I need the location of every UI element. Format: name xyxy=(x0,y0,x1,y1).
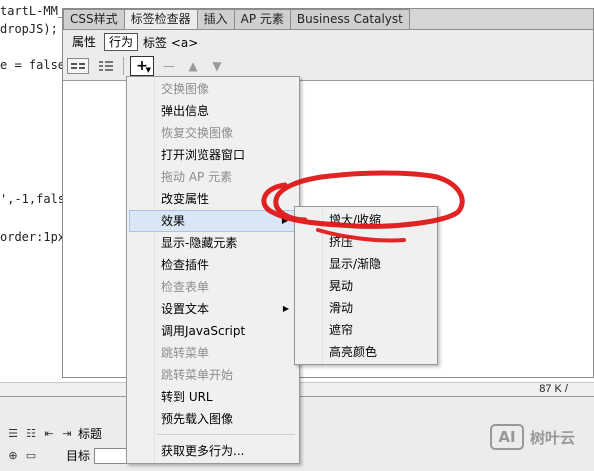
menu-item: 交换图像 xyxy=(129,78,297,100)
watermark-text: 树叶云 xyxy=(530,428,576,447)
menu-item: 检查表单 xyxy=(129,276,297,298)
menu-item-label: 跳转菜单开始 xyxy=(161,368,234,382)
submenu-item[interactable]: 增大/收缩 xyxy=(297,209,435,231)
tab-css-styles[interactable]: CSS样式 xyxy=(63,9,125,29)
remove-behavior-icon[interactable]: — xyxy=(160,59,178,73)
submenu-item[interactable]: 高亮颜色 xyxy=(297,341,435,363)
menu-item[interactable]: 检查插件 xyxy=(129,254,297,276)
menu-item[interactable]: 显示-隐藏元素 xyxy=(129,232,297,254)
effects-submenu: 增大/收缩 挤压 显示/渐隐 晃动 滑动 遮帘 高亮颜色 xyxy=(294,206,438,365)
menu-item: 恢复交换图像 xyxy=(129,122,297,144)
ordered-list-icon[interactable]: ☷ xyxy=(24,427,38,440)
toolbar-divider xyxy=(123,57,124,75)
tab-business-catalyst[interactable]: Business Catalyst xyxy=(289,9,410,29)
menu-item-label: 设置文本 xyxy=(161,302,210,316)
menu-item[interactable]: 打开浏览器窗口 xyxy=(129,144,297,166)
menu-item[interactable]: 效果 ▶ xyxy=(129,210,297,232)
show-all-events-button[interactable] xyxy=(95,58,117,74)
menu-item-label: 检查表单 xyxy=(161,280,210,294)
heading-label: 标题 xyxy=(78,427,103,441)
menu-item[interactable]: 转到 URL xyxy=(129,386,297,408)
menu-item: 拖动 AP 元素 xyxy=(129,166,297,188)
menu-item-label: 效果 xyxy=(161,214,186,228)
menu-item-label: 预先载入图像 xyxy=(161,412,234,426)
code-line: dropJS); xyxy=(0,22,58,36)
menu-item[interactable]: 获取更多行为... xyxy=(129,440,297,462)
menu-item[interactable]: 改变属性 xyxy=(129,188,297,210)
submenu-item[interactable]: 显示/渐隐 xyxy=(297,253,435,275)
menu-item[interactable]: 设置文本 ▶ xyxy=(129,298,297,320)
watermark: AI 树叶云 xyxy=(490,424,575,450)
add-behavior-button[interactable]: + ▼ xyxy=(130,56,154,76)
outdent-icon[interactable]: ⇤ xyxy=(42,427,56,440)
behaviors-toolbar: + ▼ — ▲ ▼ xyxy=(67,56,226,76)
menu-item[interactable]: 预先载入图像 xyxy=(129,408,297,430)
code-line: tartL-MM_ xyxy=(0,4,66,18)
menu-item-label: 恢复交换图像 xyxy=(161,126,234,140)
menu-item: 跳转菜单 xyxy=(129,342,297,364)
submenu-item[interactable]: 滑动 xyxy=(297,297,435,319)
panel-tabs: CSS样式 标签检查器 插入 AP 元素 Business Catalyst xyxy=(63,9,410,30)
menu-item-label: 拖动 AP 元素 xyxy=(161,170,233,184)
current-tag-label: 标签 <a> xyxy=(143,35,199,50)
move-up-icon[interactable]: ▲ xyxy=(184,59,202,73)
indent-icon[interactable]: ⇥ xyxy=(60,427,74,440)
menu-item-label: 检查插件 xyxy=(161,258,210,272)
target-label: 目标 xyxy=(66,449,91,463)
menu-item-label: 打开浏览器窗口 xyxy=(161,148,246,162)
menu-item-label: 获取更多行为... xyxy=(161,444,245,458)
unordered-list-icon[interactable]: ☰ xyxy=(6,427,20,440)
subtab-attributes[interactable]: 属性 xyxy=(67,33,101,51)
menu-item-label: 改变属性 xyxy=(161,192,210,206)
file-size-text: 87 K / xyxy=(539,383,568,395)
tab-insert[interactable]: 插入 xyxy=(196,9,235,29)
code-line: ',-1,fals xyxy=(0,192,66,206)
subtab-behaviors[interactable]: 行为 xyxy=(104,33,139,51)
menu-item-label: 跳转菜单 xyxy=(161,346,210,360)
menu-item-label: 交换图像 xyxy=(161,82,210,96)
watermark-logo: AI xyxy=(490,424,524,450)
all-events-icon xyxy=(99,61,113,71)
add-behavior-menu: 交换图像弹出信息恢复交换图像 打开浏览器窗口 拖动 AP 元素 改变属性效果 ▶ 显示-隐… xyxy=(126,76,300,464)
format-row: ☰ ☷ ⇤ ⇥ 标题 xyxy=(6,425,102,442)
menu-item: 跳转菜单开始 xyxy=(129,364,297,386)
submenu-item[interactable]: 挤压 xyxy=(297,231,435,253)
set-events-icon xyxy=(71,63,85,69)
code-line: e = false xyxy=(0,58,66,72)
caret-down-icon: ▼ xyxy=(145,66,151,74)
menu-item-label: 转到 URL xyxy=(161,390,213,404)
menu-item-label: 调用JavaScript xyxy=(161,324,246,338)
menu-item-label: 显示-隐藏元素 xyxy=(161,236,238,250)
submenu-item[interactable]: 晃动 xyxy=(297,275,435,297)
show-set-events-button[interactable] xyxy=(67,58,89,74)
menu-item-label: 弹出信息 xyxy=(161,104,210,118)
tab-ap-elements[interactable]: AP 元素 xyxy=(233,9,291,29)
menu-item[interactable]: 调用JavaScript xyxy=(129,320,297,342)
menu-item[interactable]: 弹出信息 xyxy=(129,100,297,122)
subtabs: 属性 行为 标签 <a> xyxy=(67,33,198,51)
move-down-icon[interactable]: ▼ xyxy=(208,59,226,73)
submenu-item[interactable]: 遮帘 xyxy=(297,319,435,341)
point-to-file-icon[interactable]: ⊕ xyxy=(6,449,20,462)
tab-tag-inspector[interactable]: 标签检查器 xyxy=(123,9,198,30)
submenu-arrow-icon: ▶ xyxy=(281,216,288,225)
menu-separator xyxy=(157,434,295,435)
folder-icon[interactable]: ▭ xyxy=(24,449,38,462)
submenu-arrow-icon: ▶ xyxy=(282,304,289,313)
